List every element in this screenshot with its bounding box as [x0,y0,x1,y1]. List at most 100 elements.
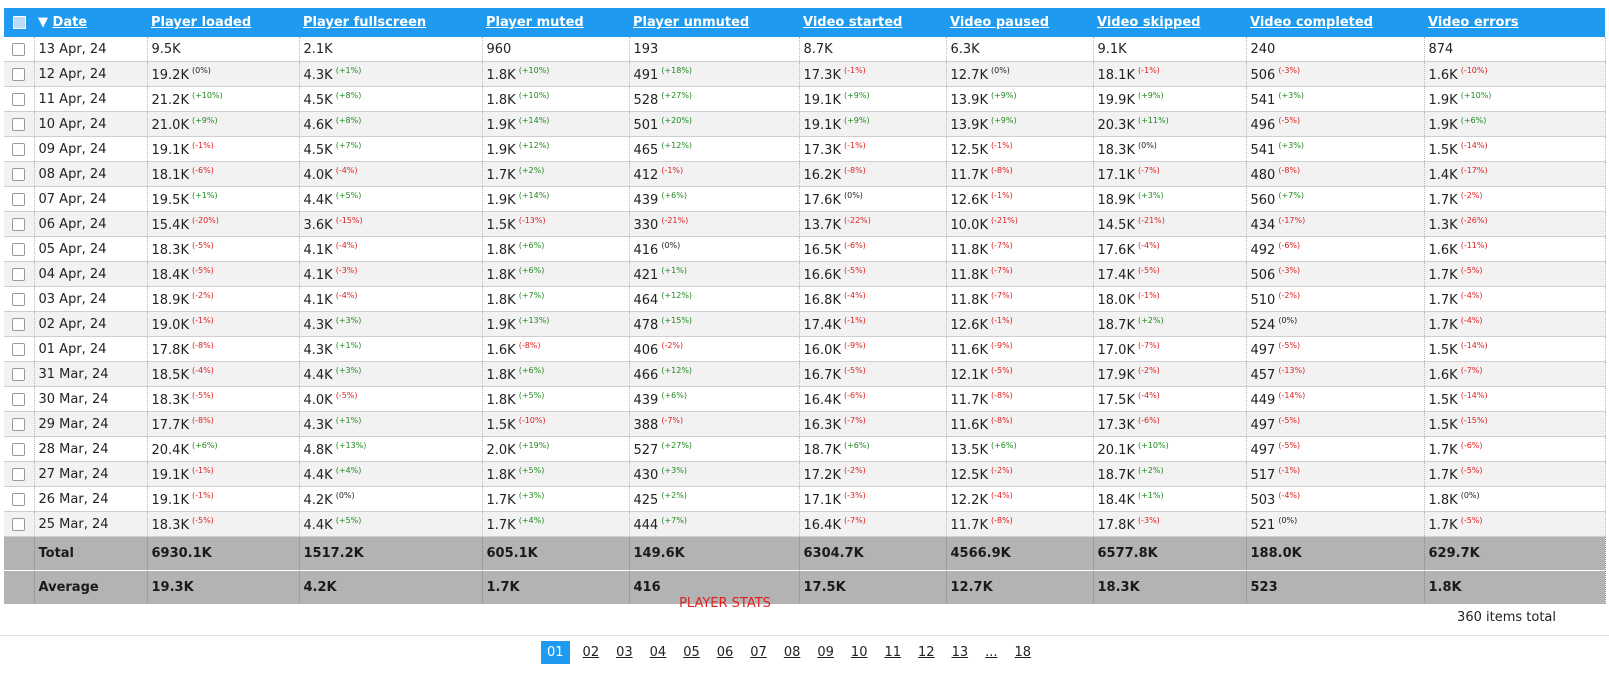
change-percent: (-7%) [843,415,866,425]
row-checkbox[interactable] [12,42,26,56]
metric-value: 16.5K [803,242,841,258]
column-header-link[interactable]: Video completed [1250,15,1373,30]
page-link[interactable]: 07 [746,641,771,664]
column-header-player-fullscreen[interactable]: Player fullscreen [299,8,482,37]
change-percent: (-5%) [335,390,358,400]
column-header-link[interactable]: Player muted [486,15,584,30]
page-link[interactable]: 03 [612,641,637,664]
column-header-video-paused[interactable]: Video paused [946,8,1093,37]
metric-value: 1.6K [1428,242,1458,258]
row-checkbox[interactable] [12,292,26,306]
change-percent: (-13%) [1278,365,1306,375]
metric-value: 412 [633,167,659,183]
table-row[interactable]: 02 Apr, 24 19.0K (-1%) 4.3K (+3%) 1.9K (+13%) 4… [4,311,1606,337]
row-checkbox[interactable] [12,442,26,456]
table-row[interactable]: 30 Mar, 24 18.3K (-5%) 4.0K (-5%) 1.8K (+5%) 43… [4,386,1606,412]
column-header-link[interactable]: Player loaded [151,15,251,30]
change-percent: (+4%) [335,465,362,475]
column-header-link[interactable]: Player unmuted [633,15,749,30]
table-row[interactable]: 03 Apr, 24 18.9K (-2%) 4.1K (-4%) 1.8K (+7%) 46… [4,286,1606,312]
table-row[interactable]: 11 Apr, 24 21.2K (+10%) 4.5K (+8%) 1.8K (+10%)… [4,86,1606,112]
metric-cell: 4.1K (-4%) [299,286,483,312]
row-checkbox[interactable] [12,242,26,256]
row-checkbox[interactable] [12,117,26,131]
total-value: 6304.7K [799,536,947,571]
table-row[interactable]: 28 Mar, 24 20.4K (+6%) 4.8K (+13%) 2.0K (+19%)… [4,436,1606,462]
page-link[interactable]: 13 [948,641,973,664]
page-link[interactable]: 06 [713,641,738,664]
page-link[interactable]: 04 [646,641,671,664]
row-checkbox[interactable] [12,342,26,356]
column-header-player-unmuted[interactable]: Player unmuted [629,8,799,37]
row-checkbox[interactable] [12,67,26,81]
table-row[interactable]: 01 Apr, 24 17.8K (-8%) 4.3K (+1%) 1.6K (-8%) 40… [4,336,1606,362]
table-row[interactable]: 10 Apr, 24 21.0K (+9%) 4.6K (+8%) 1.9K (+14%) 5… [4,111,1606,137]
table-caption: PLAYER STATS [679,596,771,611]
row-checkbox[interactable] [12,492,26,506]
metric-value: 406 [633,342,659,358]
total-value: 4566.9K [946,536,1094,571]
row-checkbox[interactable] [12,142,26,156]
table-row[interactable]: 31 Mar, 24 18.5K (-4%) 4.4K (+3%) 1.8K (+6%) 46… [4,361,1606,387]
table-row[interactable]: 26 Mar, 24 19.1K (-1%) 4.2K (0%) 1.7K (+3%) 425… [4,486,1606,512]
page-link[interactable]: 01 [541,641,570,664]
metric-cell: 21.0K (+9%) [147,111,300,137]
column-header-video-started[interactable]: Video started [799,8,946,37]
column-header-link[interactable]: Video started [803,15,902,30]
page-link[interactable]: 12 [914,641,939,664]
row-select-cell [4,161,35,187]
change-percent: (0%) [990,65,1010,75]
row-checkbox[interactable] [12,217,26,231]
page-link[interactable]: 08 [780,641,805,664]
page-link[interactable]: 02 [579,641,604,664]
metric-value: 4.0K [303,167,333,183]
column-header-video-skipped[interactable]: Video skipped [1093,8,1246,37]
table-row[interactable]: 04 Apr, 24 18.4K (-5%) 4.1K (-3%) 1.8K (+6%) 42… [4,261,1606,287]
column-header-video-errors[interactable]: Video errors [1424,8,1605,37]
page-link[interactable]: 18 [1011,641,1036,664]
metric-value: 466 [633,367,659,383]
row-checkbox[interactable] [12,92,26,106]
row-checkbox[interactable] [12,367,26,381]
column-header-video-completed[interactable]: Video completed [1246,8,1424,37]
table-row[interactable]: 07 Apr, 24 19.5K (+1%) 4.4K (+5%) 1.9K (+14%) 4… [4,186,1606,212]
row-checkbox[interactable] [12,192,26,206]
row-checkbox[interactable] [12,467,26,481]
table-body: 13 Apr, 24 9.5K 2.1K 960 193 8.7K 6.3K 9.1K 240 8… [4,37,1606,537]
column-header-link[interactable]: Video errors [1428,15,1519,30]
table-row[interactable]: 29 Mar, 24 17.7K (-8%) 4.3K (+1%) 1.5K (-10%) 3… [4,411,1606,437]
column-header-date[interactable]: ▼ Date [34,8,147,37]
metric-value: 11.7K [950,517,988,533]
row-checkbox[interactable] [12,167,26,181]
row-checkbox[interactable] [12,417,26,431]
row-checkbox[interactable] [12,317,26,331]
change-percent: (+10%) [1460,90,1492,100]
column-header-link[interactable]: Video skipped [1097,15,1200,30]
metric-cell: 12.6K (-1%) [946,186,1094,212]
column-header-date-link[interactable]: Date [53,15,88,30]
column-header-player-loaded[interactable]: Player loaded [147,8,299,37]
row-checkbox[interactable] [12,517,26,531]
pagination-ellipsis[interactable]: ... [981,641,1001,664]
column-header-link[interactable]: Video paused [950,15,1049,30]
page-link[interactable]: 10 [847,641,872,664]
row-checkbox[interactable] [12,392,26,406]
table-row[interactable]: 27 Mar, 24 19.1K (-1%) 4.4K (+4%) 1.8K (+5%) 43… [4,461,1606,487]
page-link[interactable]: 09 [813,641,838,664]
select-all-checkbox[interactable] [12,16,26,29]
table-row[interactable]: 13 Apr, 24 9.5K 2.1K 960 193 8.7K 6.3K 9.1K 240 8… [4,37,1606,62]
table-row[interactable]: 12 Apr, 24 19.2K (0%) 4.3K (+1%) 1.8K (+10%) 49… [4,61,1606,87]
table-row[interactable]: 05 Apr, 24 18.3K (-5%) 4.1K (-4%) 1.8K (+6%) 41… [4,236,1606,262]
metric-value: 16.4K [803,517,841,533]
row-checkbox[interactable] [12,267,26,281]
table-row[interactable]: 06 Apr, 24 15.4K (-20%) 3.6K (-15%) 1.5K (-13%… [4,211,1606,237]
page-link[interactable]: 11 [880,641,905,664]
metric-cell: 1.9K (+13%) [482,311,630,337]
page-link[interactable]: 05 [679,641,704,664]
table-row[interactable]: 08 Apr, 24 18.1K (-6%) 4.0K (-4%) 1.7K (+2%) 41… [4,161,1606,187]
table-row[interactable]: 25 Mar, 24 18.3K (-5%) 4.4K (+5%) 1.7K (+4%) 44… [4,511,1606,537]
column-header-player-muted[interactable]: Player muted [482,8,629,37]
table-row[interactable]: 09 Apr, 24 19.1K (-1%) 4.5K (+7%) 1.9K (+12%) 4… [4,136,1606,162]
metric-value: 16.2K [803,167,841,183]
column-header-link[interactable]: Player fullscreen [303,15,426,30]
